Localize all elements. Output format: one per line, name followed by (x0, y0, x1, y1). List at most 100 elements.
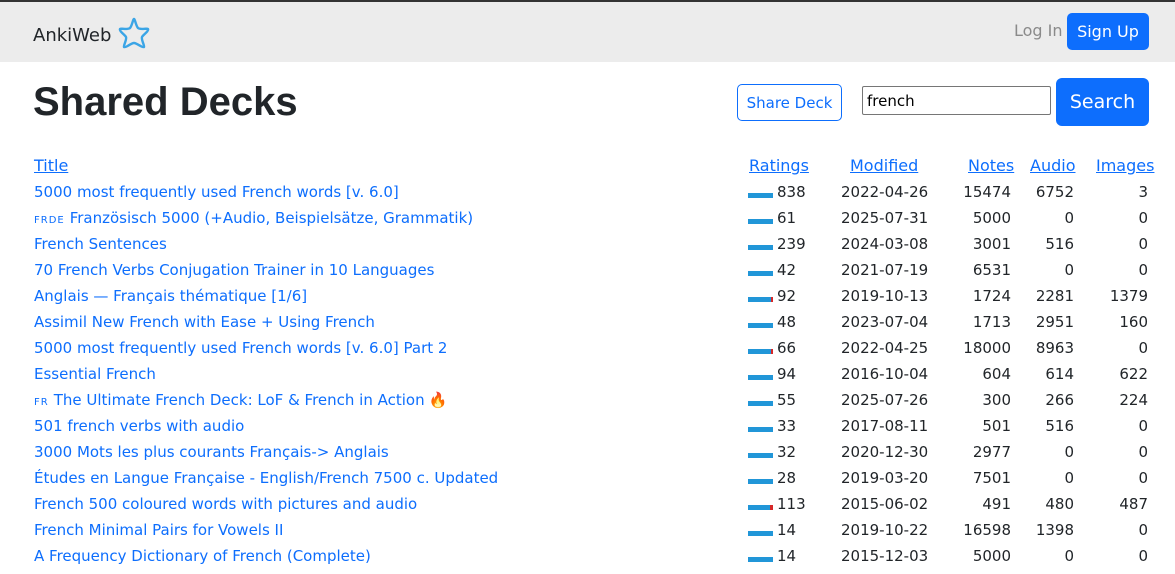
deck-title: Französisch 5000 (+Audio, Beispielsätze,… (69, 209, 474, 227)
modified-date: 2022-04-25 (841, 339, 929, 357)
rating-bar (748, 271, 773, 276)
deck-title-link[interactable]: 3000 Mots les plus courants Français-> A… (34, 439, 389, 465)
search-button[interactable]: Search (1056, 78, 1149, 126)
deck-title-link[interactable]: 5000 most frequently used French words [… (34, 335, 447, 361)
rating-bar (748, 375, 773, 380)
rating-count: 66 (777, 339, 797, 357)
modified-date: 2016-10-04 (841, 365, 929, 383)
images-count: 622 (1119, 365, 1148, 383)
notes-count: 3001 (972, 235, 1011, 253)
deck-title: Assimil New French with Ease + Using Fre… (34, 313, 375, 331)
rating-bar (748, 349, 773, 354)
rating-bar (748, 297, 773, 302)
deck-title-link[interactable]: Essential French (34, 361, 156, 387)
deck-title-link[interactable]: French Sentences (34, 231, 167, 257)
deck-title: 5000 most frequently used French words [… (34, 183, 399, 201)
notes-count: 604 (982, 365, 1011, 383)
rating-count: 14 (777, 547, 797, 565)
language-flag: FR (34, 397, 49, 408)
brand-link[interactable]: AnkiWeb (33, 17, 151, 50)
deck-title: French 500 coloured words with pictures … (34, 495, 418, 513)
rating-count: 32 (777, 443, 797, 461)
table-row: Assimil New French with Ease + Using Fre… (0, 309, 1175, 335)
deck-title-link[interactable]: Assimil New French with Ease + Using Fre… (34, 309, 375, 335)
notes-count: 15474 (963, 183, 1011, 201)
signup-button[interactable]: Sign Up (1067, 13, 1149, 50)
images-count: 160 (1119, 313, 1148, 331)
notes-count: 18000 (963, 339, 1011, 357)
images-count: 1379 (1109, 287, 1148, 305)
audio-count: 1398 (1035, 521, 1074, 539)
table-row: Essential French 94 2016-10-04 604 614 622 (0, 361, 1175, 387)
notes-count: 300 (982, 391, 1011, 409)
images-count: 224 (1119, 391, 1148, 409)
deck-title-link[interactable]: 70 French Verbs Conjugation Trainer in 1… (34, 257, 434, 283)
column-header-notes[interactable]: Notes (968, 156, 1014, 175)
modified-date: 2025-07-31 (841, 209, 929, 227)
modified-date: 2021-07-19 (841, 261, 929, 279)
notes-count: 491 (982, 495, 1011, 513)
login-link[interactable]: Log In (1014, 21, 1063, 40)
deck-title: A Frequency Dictionary of French (Comple… (34, 547, 371, 565)
deck-title-link[interactable]: 501 french verbs with audio (34, 413, 244, 439)
audio-count: 266 (1045, 391, 1074, 409)
notes-count: 5000 (972, 209, 1011, 227)
audio-count: 516 (1045, 235, 1074, 253)
notes-count: 501 (982, 417, 1011, 435)
deck-title-link[interactable]: FR The Ultimate French Deck: LoF & French… (34, 387, 447, 416)
deck-title: Anglais — Français thématique [1/6] (34, 287, 308, 305)
rating-bar (748, 401, 773, 406)
images-count: 0 (1138, 443, 1148, 461)
modified-date: 2015-12-03 (841, 547, 929, 565)
rating-count: 55 (777, 391, 797, 409)
deck-title-link[interactable]: Études en Langue Française - English/Fre… (34, 465, 498, 491)
images-count: 0 (1138, 235, 1148, 253)
notes-count: 1713 (972, 313, 1011, 331)
deck-title-link[interactable]: French Minimal Pairs for Vowels II (34, 517, 283, 543)
column-header-images[interactable]: Images (1096, 156, 1154, 175)
rating-bar-negative (771, 349, 773, 354)
table-row: A Frequency Dictionary of French (Comple… (0, 543, 1175, 569)
column-header-title[interactable]: Title (34, 156, 68, 175)
rating-count: 239 (777, 235, 806, 253)
notes-count: 7501 (972, 469, 1011, 487)
modified-date: 2017-08-11 (841, 417, 929, 435)
rating-bar (748, 245, 773, 250)
notes-count: 6531 (972, 261, 1011, 279)
deck-title-link[interactable]: A Frequency Dictionary of French (Comple… (34, 543, 371, 569)
modified-date: 2019-10-13 (841, 287, 929, 305)
audio-count: 0 (1064, 469, 1074, 487)
deck-title: French Minimal Pairs for Vowels II (34, 521, 284, 539)
column-header-audio[interactable]: Audio (1030, 156, 1075, 175)
images-count: 3 (1138, 183, 1148, 201)
language-flag: FRDE (34, 215, 65, 226)
share-deck-button[interactable]: Share Deck (737, 84, 842, 121)
audio-count: 6752 (1035, 183, 1074, 201)
deck-title-link[interactable]: French 500 coloured words with pictures … (34, 491, 417, 517)
deck-title: Essential French (34, 365, 156, 383)
deck-title-link[interactable]: Anglais — Français thématique [1/6] (34, 283, 307, 309)
deck-title-link[interactable]: FRDE Französisch 5000 (+Audio, Beispielsä… (34, 205, 473, 234)
rating-count: 61 (777, 209, 797, 227)
column-header-modified[interactable]: Modified (850, 156, 918, 175)
rating-count: 33 (777, 417, 797, 435)
table-row: Études en Langue Française - English/Fre… (0, 465, 1175, 491)
search-input[interactable] (862, 86, 1051, 115)
images-count: 0 (1138, 261, 1148, 279)
table-row: 70 French Verbs Conjugation Trainer in 1… (0, 257, 1175, 283)
fire-icon: 🔥 (428, 391, 448, 409)
column-header-ratings[interactable]: Ratings (749, 156, 809, 175)
deck-title-link[interactable]: 5000 most frequently used French words [… (34, 179, 399, 205)
deck-title: 501 french verbs with audio (34, 417, 245, 435)
rating-count: 94 (777, 365, 797, 383)
audio-count: 614 (1045, 365, 1074, 383)
audio-count: 0 (1064, 443, 1074, 461)
table-row: French Sentences 239 2024-03-08 3001 516 0 (0, 231, 1175, 257)
modified-date: 2020-12-30 (841, 443, 929, 461)
brand-name: AnkiWeb (33, 24, 112, 46)
table-row: FR The Ultimate French Deck: LoF & French… (0, 387, 1175, 413)
images-count: 487 (1119, 495, 1148, 513)
table-row: Anglais — Français thématique [1/6] 92 201… (0, 283, 1175, 309)
modified-date: 2019-10-22 (841, 521, 929, 539)
modified-date: 2019-03-20 (841, 469, 929, 487)
